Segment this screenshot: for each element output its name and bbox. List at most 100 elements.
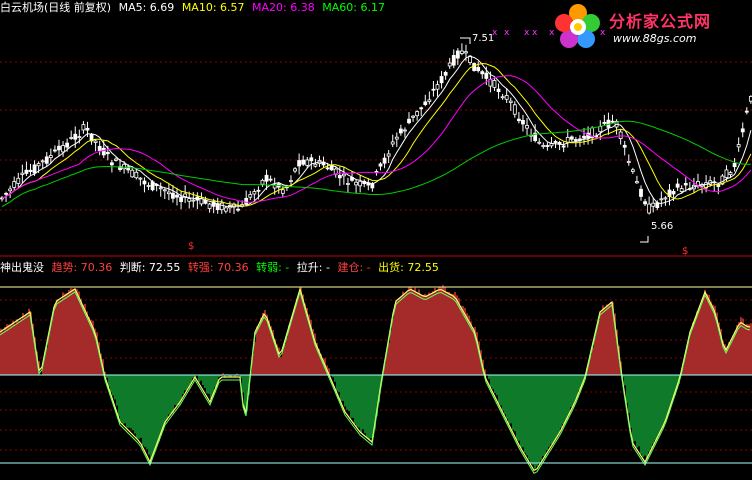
candle-body [73,133,78,140]
candle-body [236,208,240,211]
trend-bar-negative [628,375,630,414]
candle-body [492,80,497,88]
candle-body [439,76,444,84]
trend-bar-negative [208,375,210,394]
ma20-label: MA20: 6.38 [252,1,315,14]
candle-body [639,188,643,197]
trend-bar-negative [112,375,114,396]
trend-bar-positive [304,303,306,375]
trend-bar-positive [748,324,750,375]
candle-body [297,160,302,167]
trend-bar-negative [178,375,180,406]
trend-bar-negative [500,375,502,406]
candle-body [675,183,680,188]
trend-bar-positive [16,319,18,375]
trend-bar-negative [650,375,652,449]
flower-logo-icon [555,4,600,48]
trend-bar-negative [354,375,356,424]
candle-body [305,159,310,166]
candle-body [724,169,729,178]
candle-body [443,72,448,76]
candle-body [122,163,126,170]
trend-bar-negative [556,375,558,437]
trend-bar-positive [406,292,408,375]
trend-bar-positive [444,287,446,375]
trend-bar-positive [292,315,294,375]
trend-bar-negative [172,375,174,414]
ma10-line [1,62,752,207]
candle-body [671,191,676,195]
trend-bar-negative [638,375,640,447]
chart-canvas[interactable]: xxxxxxx [0,0,752,480]
trend-bar-positive [294,305,296,375]
trend-bar-positive [72,288,74,375]
trend-bar-negative [338,375,340,393]
trend-bar-negative [564,375,566,424]
trend-bar-positive [408,286,410,375]
candle-body [537,141,542,144]
trend-bar-positive [412,289,414,375]
trend-bar-positive [14,323,16,375]
trend-bar-negative [144,375,146,448]
candle-body [447,62,452,67]
trend-bar-negative [204,375,206,388]
candle-body [101,147,106,156]
candle-body [647,203,652,214]
trend-bar-positive [436,291,438,375]
trend-bar-negative [168,375,170,415]
candle-body [411,115,415,118]
trend-bar-positive [0,328,2,375]
trend-bar-negative [636,375,638,448]
candle-body [260,179,265,185]
high-price-label: 7.51 [472,33,495,44]
trend-bar-negative [658,375,660,435]
trend-bar-negative [644,375,646,456]
low-pointer [640,236,649,243]
trend-bar-negative [366,375,368,438]
trend-bar-positive [452,293,454,375]
candle-body [626,161,631,163]
candle-body [541,144,546,147]
trend-bar-positive [390,330,392,375]
trend-bar-negative [368,375,370,440]
trend-bar-negative [164,375,166,425]
trend-bar-negative [548,375,550,447]
candle-body [521,119,525,125]
trend-bar-positive [432,291,434,375]
trend-bar-positive [66,293,68,375]
trend-bar-positive [422,294,424,375]
trend-bar-positive [256,326,258,375]
trend-bar-positive [50,324,52,375]
trend-bar-positive [702,297,704,375]
trend-bar-negative [532,375,534,465]
trend-bar-positive [462,305,464,375]
trend-bar-negative [176,375,178,406]
candle-body [179,196,183,202]
trend-bar-negative [334,375,336,382]
trend-bar-negative [210,375,212,400]
trend-bar-positive [290,322,292,375]
candle-body [740,128,745,133]
trend-bar-negative [132,375,134,431]
ma20-line [1,75,752,203]
trend-bar-negative [560,375,562,428]
trend-bar-negative [370,375,372,439]
trend-bar-negative [180,375,182,401]
trend-bar-negative [554,375,556,441]
trend-bar-positive [604,308,606,375]
trend-bar-positive [420,294,422,375]
trend-bar-positive [6,324,8,375]
trend-bar-positive [430,294,432,375]
trend-bar-negative [666,375,668,418]
trend-bar-negative [504,375,506,415]
trend-bar-negative [520,375,522,448]
candle-body [256,189,261,192]
candle-body [8,188,13,192]
candle-body [582,135,586,139]
trend-bar-positive [388,342,390,375]
trend-bar-negative [110,375,112,393]
candle-body [105,152,110,155]
trend-bar-negative [546,375,548,451]
trend-bar-negative [136,375,138,439]
candle-body [354,181,358,186]
